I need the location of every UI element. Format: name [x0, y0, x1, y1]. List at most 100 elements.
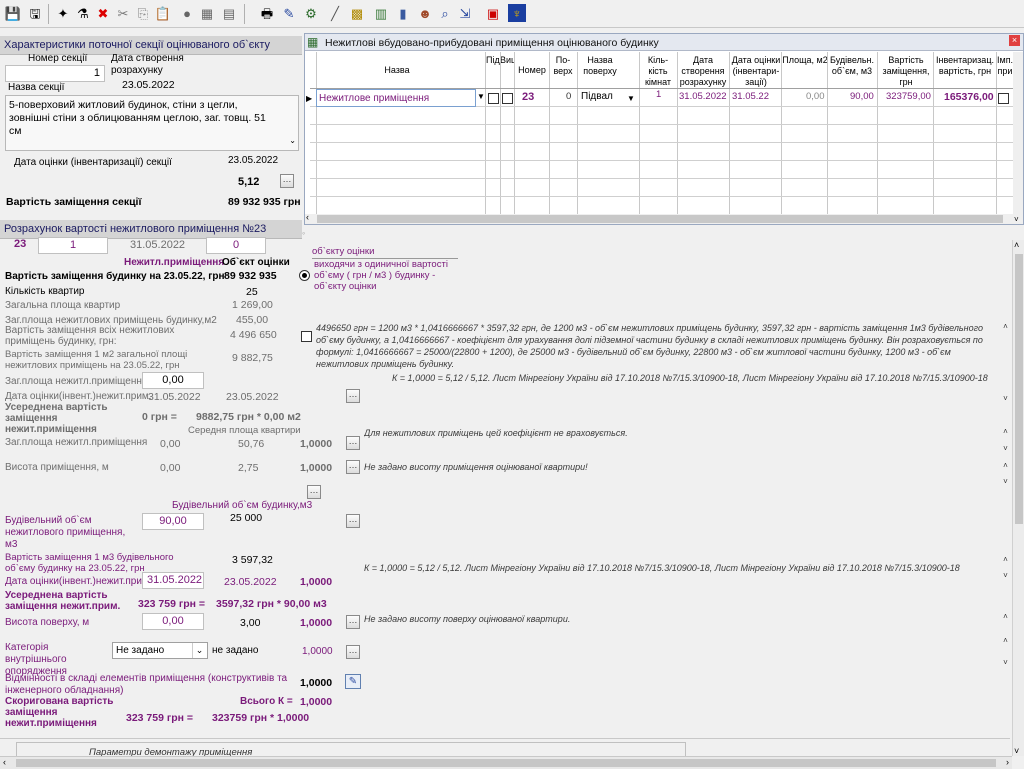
scroll-thumb[interactable]	[317, 215, 1003, 223]
floor-input[interactable]: 0,00	[142, 613, 204, 630]
table-row[interactable]: Нежитлове приміщення	[316, 89, 476, 107]
cut-icon[interactable]: ✂	[114, 4, 132, 22]
toolbar: 💾 🖫 ✦ ⚗ ✖ ✂ ⎘ 📋 ● ▦ ▤ 🖶 ✎ ⚙ ╱ ▩ ▥ ▮ ☻ ⌕ …	[0, 0, 1024, 28]
scroll-down-icon[interactable]: ˅	[1014, 746, 1019, 756]
col-inv-cost: Інвентаризац. вартість, грн	[936, 55, 994, 76]
section-description[interactable]: 5-поверховий житловий будинок, стіни з ц…	[5, 95, 299, 151]
vertical-scrollbar[interactable]: ˄ ˅	[1012, 240, 1024, 756]
print-icon[interactable]: 🖶	[258, 4, 276, 22]
floor-name-dropdown-icon[interactable]: ▼	[627, 94, 635, 103]
cat-select[interactable]: Не задано ⌄	[112, 642, 208, 659]
note-nonres-cost: 4496650 грн = 1200 м3 * 1,0416666667 * 3…	[316, 323, 983, 369]
row-rooms: 1	[656, 89, 662, 100]
close-icon[interactable]: ×	[1009, 35, 1020, 46]
scroll-down-icon[interactable]: ˅	[1014, 215, 1019, 224]
coef-value: 5,12	[238, 176, 260, 188]
grid-line	[500, 52, 501, 224]
extra-button[interactable]: …	[307, 485, 321, 499]
chevron-down-icon[interactable]: ⌄	[192, 643, 206, 658]
avg2-left: 323 759 грн =	[138, 598, 206, 610]
edit-list-icon[interactable]: ✎	[345, 674, 361, 689]
area2-button[interactable]: …	[346, 436, 360, 450]
radio-volume[interactable]	[299, 270, 310, 281]
chevron-up-icon[interactable]: ˄	[1000, 461, 1011, 470]
chevron-down-icon[interactable]: ˅	[1000, 658, 1011, 667]
bottom-divider	[0, 738, 1010, 739]
chevron-down-icon[interactable]: ˅	[1000, 477, 1011, 486]
grid-line	[877, 52, 878, 224]
chevron-down-icon[interactable]: ˅	[1000, 444, 1011, 453]
edit-icon[interactable]: ✎	[280, 4, 298, 22]
copy-icon[interactable]: ⎘	[134, 4, 152, 22]
bld-cost-value: 89 932 935	[224, 270, 277, 282]
height-button[interactable]: …	[346, 460, 360, 474]
save-icon[interactable]: 💾	[4, 4, 22, 22]
paste-icon[interactable]: 📋	[154, 4, 172, 22]
scroll-up-icon[interactable]: ˄	[1014, 240, 1019, 250]
room-volume-button[interactable]: …	[346, 514, 360, 528]
chevron-down-icon[interactable]: ˅	[1000, 571, 1011, 580]
scroll-left-icon[interactable]: ‹	[306, 212, 309, 222]
note-coef-1: К = 1,0000 = 5,12 / 5,12. Лист Мінрегіон…	[392, 373, 988, 383]
save-as-icon[interactable]: 🖫	[26, 4, 44, 22]
calc-floor-input[interactable]: 0	[206, 237, 266, 254]
table-horizontal-scrollbar[interactable]: ‹	[305, 212, 1013, 224]
avg-apt-label: Середня площа квартири	[188, 425, 301, 436]
chart-icon[interactable]: ▮	[394, 4, 412, 22]
table-titlebar: ▦ Нежитлові вбудовано-прибудовані приміщ…	[305, 34, 1023, 51]
chevron-up-icon[interactable]: ˄	[1000, 427, 1011, 436]
circle-icon[interactable]: ●	[178, 4, 196, 22]
cat-button[interactable]: …	[346, 645, 360, 659]
grid-line	[781, 52, 782, 224]
chevron-up-icon[interactable]: ˄	[1000, 612, 1011, 621]
replace-cost-value: 89 932 935 грн	[228, 196, 301, 208]
people-icon[interactable]: ☻	[416, 4, 434, 22]
report-icon[interactable]: ▥	[372, 4, 390, 22]
area-input[interactable]: 0,00	[142, 372, 204, 389]
total-k-label: Всього К =	[240, 696, 293, 707]
row-dropdown-icon[interactable]: ▼	[477, 92, 485, 101]
calc-section-input[interactable]: 1	[38, 237, 108, 254]
above-checkbox[interactable]	[502, 93, 513, 104]
close-icon[interactable]: ▣	[484, 4, 502, 22]
filter-icon[interactable]: ⚗	[74, 4, 92, 22]
date-button[interactable]: …	[346, 389, 360, 403]
date2-input[interactable]: 31.05.2022	[142, 572, 204, 589]
horizontal-scrollbar[interactable]: ‹ ›	[0, 756, 1012, 769]
dots-icon[interactable]: ▤	[220, 4, 238, 22]
chevron-up-icon[interactable]: ˄	[1000, 322, 1011, 331]
scroll-thumb[interactable]	[16, 759, 996, 767]
scroll-thumb[interactable]	[1015, 254, 1023, 524]
floor-button[interactable]: …	[346, 615, 360, 629]
imp-checkbox[interactable]	[998, 93, 1009, 104]
chevron-down-icon[interactable]: ˄	[1000, 636, 1011, 645]
scroll-left-icon[interactable]: ‹	[3, 757, 6, 767]
scroll-right-icon[interactable]: ›	[1006, 757, 1009, 767]
pen-icon[interactable]: ╱	[326, 4, 344, 22]
grid-row-line	[310, 124, 1016, 125]
grid-line	[639, 52, 640, 224]
radio-top-partial[interactable]: ◦	[302, 228, 305, 238]
note-checkbox[interactable]	[301, 331, 312, 342]
basement-checkbox[interactable]	[488, 93, 499, 104]
delete-icon[interactable]: ✖	[94, 4, 112, 22]
section-number-input[interactable]: 1	[5, 65, 105, 82]
export-icon[interactable]: ⇲	[456, 4, 474, 22]
coef-button[interactable]: …	[280, 174, 294, 188]
table-vertical-scrollbar[interactable]: ˅	[1013, 52, 1023, 224]
chevron-down-icon[interactable]: ⌄	[289, 136, 296, 145]
new-icon[interactable]: ✦	[54, 4, 72, 22]
grid-line	[933, 52, 934, 224]
m3-cost-label: Вартість заміщення 1 м3 будівельного об`…	[5, 552, 174, 574]
grid-line	[996, 52, 997, 224]
settings-icon[interactable]: ⚙	[302, 4, 320, 22]
search-icon[interactable]: ⌕	[436, 4, 454, 22]
total-k-value: 1,0000	[300, 696, 333, 708]
diff-k: 1,0000	[300, 677, 333, 689]
radio-option2-label: виходячи з одиничної вартості об`єму ( г…	[314, 259, 448, 292]
chevron-up-icon[interactable]: ˄	[1000, 555, 1011, 564]
room-volume-input[interactable]: 90,00	[142, 513, 204, 530]
grid-icon[interactable]: ▦	[198, 4, 216, 22]
chevron-down-icon[interactable]: ˅	[1000, 394, 1011, 403]
calculator-icon[interactable]: ▩	[348, 4, 366, 22]
